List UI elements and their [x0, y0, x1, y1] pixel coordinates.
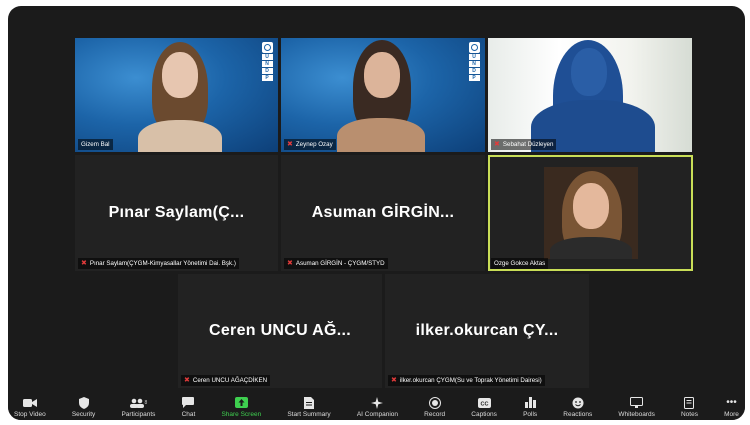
participant-video [531, 38, 655, 152]
polls-button[interactable]: Polls [523, 396, 537, 418]
undp-logo: U N D P [468, 42, 480, 81]
mic-muted-icon: ✖ [81, 259, 87, 267]
video-tile-ceren-uncu[interactable]: Ceren UNCU AĞ... ✖ Ceren UNCU AĞAÇDİKEN [178, 274, 382, 388]
zoom-meeting-window: U N D P Gizem Bal U N D P ✖ Zeynep Ozay [8, 6, 745, 420]
participant-display-name: Pınar Saylam(Ç... [108, 204, 245, 221]
notes-button[interactable]: Notes [681, 396, 698, 418]
participant-display-name: Asuman GİRGİN... [311, 204, 455, 221]
chat-button[interactable]: Chat [182, 396, 195, 418]
participants-count: 8 [144, 399, 148, 406]
video-camera-icon [22, 396, 37, 409]
participant-display-name: ilker.okurcan ÇY... [415, 322, 559, 339]
captions-button[interactable]: CC Captions [471, 396, 497, 418]
mic-muted-icon: ✖ [287, 259, 293, 267]
participant-video [544, 167, 638, 259]
participant-name-label: ✖ Asuman GİRGİN - ÇYGM/STYD [284, 258, 388, 269]
video-tile-asuman-girgin[interactable]: Asuman GİRGİN... ✖ Asuman GİRGİN - ÇYGM/… [281, 155, 485, 271]
video-tile-ozge-gokce-aktas[interactable]: Ozge Gokce Aktas [488, 155, 693, 271]
smiley-icon [572, 396, 584, 409]
svg-text:CC: CC [480, 401, 488, 407]
cc-icon: CC [477, 396, 491, 409]
ellipsis-icon: ••• [726, 397, 737, 408]
participant-video [130, 38, 230, 152]
sparkle-icon [371, 396, 384, 409]
whiteboard-icon [630, 396, 644, 409]
undp-logo: U N D P [261, 42, 273, 81]
participant-name-label: ✖ Pınar Saylam(ÇYGM-Kimyasallar Yönetimi… [78, 258, 239, 269]
record-button[interactable]: Record [424, 396, 445, 418]
start-summary-button[interactable]: Start Summary [287, 396, 331, 418]
video-tile-zeynep-ozay[interactable]: U N D P ✖ Zeynep Ozay [281, 38, 485, 152]
mic-muted-icon: ✖ [287, 140, 293, 148]
meeting-toolbar: Stop Video Security 8 Participants Chat [8, 393, 745, 420]
participant-display-name: Ceren UNCU AĞ... [208, 322, 351, 339]
stop-video-button[interactable]: Stop Video [14, 396, 46, 418]
mic-muted-icon: ✖ [391, 376, 397, 384]
bar-chart-icon [524, 396, 536, 409]
video-tile-sebahat-duzleyen[interactable]: ✖ Sebahat Düzleyen [488, 38, 692, 152]
shield-icon [78, 396, 89, 409]
security-button[interactable]: Security [72, 396, 95, 418]
participant-name-label: ✖ Sebahat Düzleyen [491, 139, 557, 150]
participant-name-label: ✖ Zeynep Ozay [284, 139, 336, 150]
mic-muted-icon: ✖ [494, 140, 500, 148]
share-arrow-icon [234, 396, 248, 409]
participant-name-label: ✖ Ceren UNCU AĞAÇDİKEN [181, 375, 271, 386]
people-icon: 8 [129, 396, 148, 409]
participant-name-label: Ozge Gokce Aktas [491, 258, 549, 269]
notes-icon [684, 396, 695, 409]
reactions-button[interactable]: Reactions [563, 396, 592, 418]
video-tile-pinar-saylam[interactable]: Pınar Saylam(Ç... ✖ Pınar Saylam(ÇYGM-Ki… [75, 155, 278, 271]
mic-muted-icon: ✖ [184, 376, 190, 384]
participant-name-label: ✖ ilker.okurcan ÇYGM(Su ve Toprak Yöneti… [388, 375, 545, 386]
share-screen-button[interactable]: Share Screen [221, 396, 261, 418]
whiteboards-button[interactable]: Whiteboards [618, 396, 655, 418]
participant-name-label: Gizem Bal [78, 139, 113, 150]
participants-button[interactable]: 8 Participants [121, 396, 155, 418]
ai-companion-button[interactable]: AI Companion [357, 396, 398, 418]
more-button[interactable]: ••• More [724, 396, 739, 418]
document-icon [304, 396, 314, 409]
video-tile-gizem-bal[interactable]: U N D P Gizem Bal [75, 38, 278, 152]
record-icon [428, 396, 441, 409]
chat-bubble-icon [182, 396, 195, 409]
video-tile-ilker-okurcan[interactable]: ilker.okurcan ÇY... ✖ ilker.okurcan ÇYGM… [385, 274, 589, 388]
participant-video [331, 38, 431, 152]
